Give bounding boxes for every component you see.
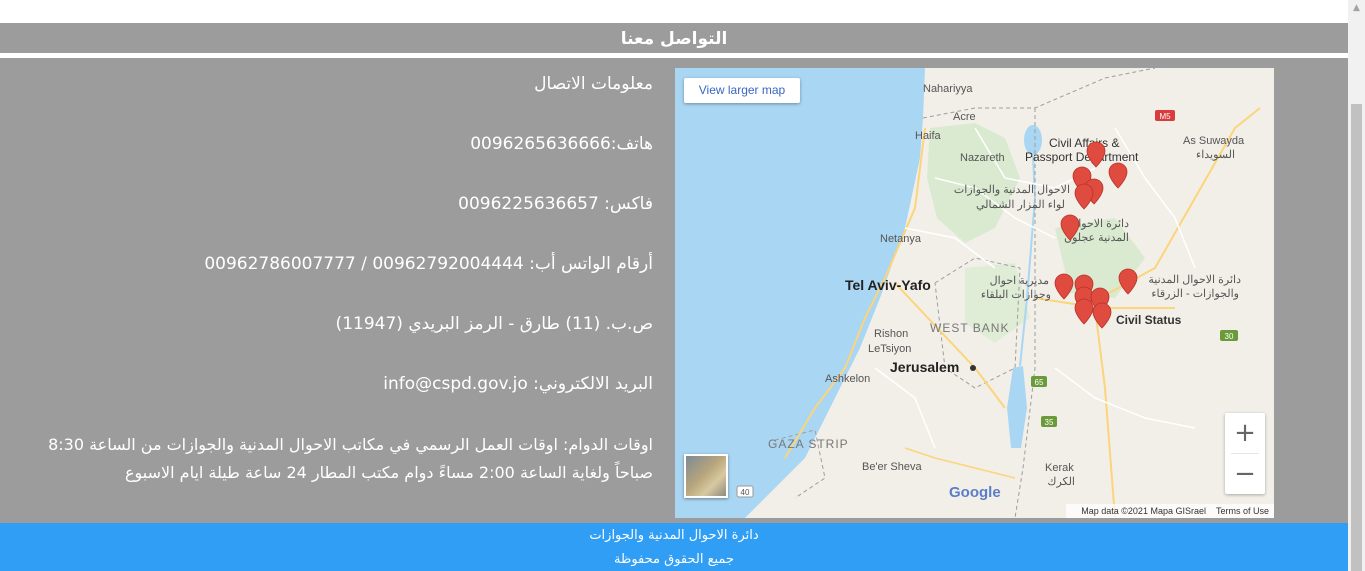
label-jerusalem: Jerusalem [890, 359, 959, 375]
label-balqa-1: مديرية احوال [990, 275, 1050, 287]
whatsapp-text: أرقام الواتس أب: 00962792004444 / 009627… [204, 254, 653, 274]
google-logo: Google [949, 484, 1001, 501]
label-netanya: Netanya [880, 233, 922, 245]
label-civil-status: Civil Status [1116, 313, 1182, 327]
label-nazareth: Nazareth [960, 152, 1005, 164]
scroll-up-arrow-icon[interactable]: ▲ [1348, 0, 1365, 17]
label-north-mazar-1: الاحوال المدنية والجوازات [954, 184, 1070, 196]
label-as-suwayda-ar: السويداء [1196, 149, 1235, 161]
phone-text: هاتف:0096265636666 [470, 134, 653, 154]
road-label-m5: M5 [1159, 112, 1171, 121]
label-kerak-ar: الكرك [1047, 476, 1075, 488]
working-hours-text: اوقات الدوام: اوقات العمل الرسمي في مكات… [48, 435, 653, 482]
contact-info: معلومات الاتصال هاتف:0096265636666 فاكس:… [0, 58, 663, 523]
map-data-text: Map data ©2021 Mapa GISrael [1081, 506, 1206, 516]
road-label-65: 65 [1035, 378, 1044, 387]
label-as-suwayda: As Suwayda [1183, 135, 1245, 147]
zoom-controls: + − [1225, 413, 1265, 494]
map-attribution: Map data ©2021 Mapa GISrael Terms of Use [1066, 504, 1274, 518]
label-gaza-strip: GAZA STRIP [768, 437, 849, 451]
section-title: التواصل معنا [0, 23, 1348, 53]
label-beersheva: Be'er Sheva [862, 461, 922, 473]
label-civil-affairs-2: Passport Department [1025, 150, 1139, 164]
embedded-map[interactable]: M5 30 65 35 40 Nahariyya Acre Haifa Naza… [675, 68, 1274, 518]
label-tel-aviv: Tel Aviv-Yafo [845, 277, 931, 293]
label-kerak: Kerak [1045, 462, 1074, 474]
page-scrollbar[interactable]: ▲ [1348, 0, 1365, 571]
label-west-bank: WEST BANK [930, 321, 1009, 335]
scrollbar-thumb[interactable] [1351, 104, 1362, 571]
label-rishon: Rishon [874, 328, 908, 340]
email-text: البريد الالكتروني: info@cspd.gov.jo [383, 374, 653, 394]
fax-text: فاكس: 0096225636657 [458, 194, 653, 214]
road-label-30: 30 [1225, 332, 1234, 341]
top-bar [0, 0, 1348, 23]
jerusalem-marker [970, 365, 976, 371]
road-label-40: 40 [741, 488, 750, 497]
footer: دائرة الاحوال المدنية والجوازات جميع الح… [0, 523, 1348, 571]
label-zarqa-2: والجوازات - الزرقاء [1151, 288, 1239, 300]
zoom-out-button[interactable]: − [1225, 454, 1265, 494]
label-balqa-2: وجوازات البلقاء [981, 289, 1051, 301]
po-box-text: ص.ب. (11) طارق - الرمز البريدي (11947) [335, 314, 653, 334]
label-north-mazar-2: لواء المزار الشمالي [976, 199, 1065, 211]
label-nahariyya: Nahariyya [923, 83, 973, 95]
label-ashkelon: Ashkelon [825, 373, 870, 385]
zoom-in-button[interactable]: + [1225, 413, 1265, 453]
contact-section: معلومات الاتصال هاتف:0096265636666 فاكس:… [0, 58, 1348, 523]
road-label-35: 35 [1045, 418, 1054, 427]
label-civil-affairs-1: Civil Affairs & [1049, 136, 1119, 150]
map-canvas[interactable]: M5 30 65 35 40 Nahariyya Acre Haifa Naza… [675, 68, 1274, 518]
label-letsiyon: LeTsiyon [868, 343, 911, 355]
footer-copyright: جميع الحقوق محفوظة [614, 552, 734, 567]
satellite-toggle-button[interactable] [684, 454, 728, 498]
footer-org-name: دائرة الاحوال المدنية والجوازات [589, 528, 759, 543]
contact-heading: معلومات الاتصال [534, 74, 653, 94]
view-larger-map-link[interactable]: View larger map [684, 78, 800, 103]
label-zarqa-1: دائرة الاحوال المدنية [1148, 274, 1241, 286]
terms-of-use-link[interactable]: Terms of Use [1216, 506, 1269, 516]
label-acre: Acre [953, 111, 976, 123]
label-haifa: Haifa [915, 130, 942, 142]
